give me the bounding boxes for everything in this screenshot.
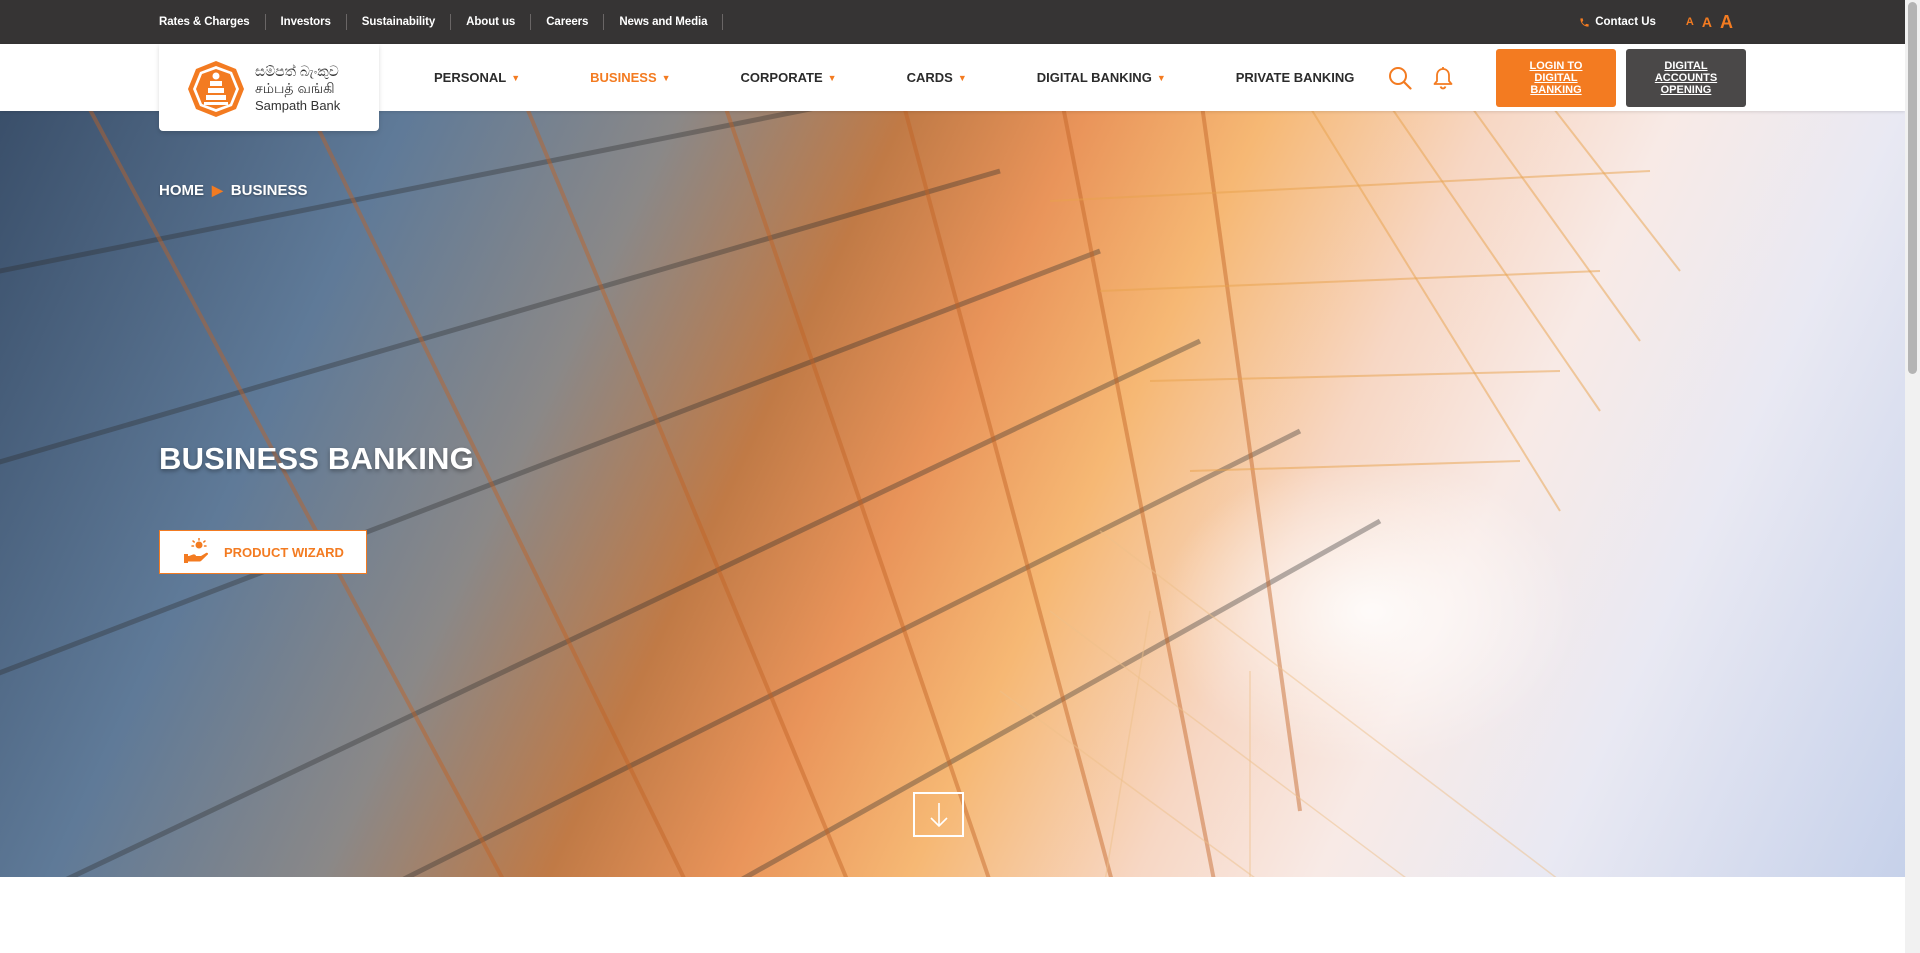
nav-item-label: DIGITAL BANKING [1036,70,1152,85]
nav-item-label: BUSINESS [590,70,657,85]
chevron-down-icon: ▼ [661,72,671,83]
chevron-down-icon: ▼ [511,72,521,83]
bank-emblem-icon [188,61,244,117]
arrow-down-icon [929,802,948,827]
nav-item-label: CARDS [906,70,953,85]
contact-us-label: Contact Us [1595,16,1656,28]
building-facade-image [0,111,1681,877]
scrollbar-thumb[interactable] [1908,2,1917,374]
logo-sinhala-name: සම්පත් බැංකුව [255,63,339,79]
breadcrumb: HOME ▶ BUSINESS [159,182,307,199]
search-button[interactable] [1388,66,1412,90]
product-wizard-icon [184,538,209,563]
primary-nav: PERSONAL ▼ BUSINESS ▼ CORPORATE ▼ CARDS … [434,44,1424,111]
breadcrumb-separator-icon: ▶ [212,182,223,198]
bank-logo[interactable]: සම්පත් බැංකුව சம்பத் வங்கி Sampath Bank [159,44,379,131]
logo-english-name: Sampath Bank [255,98,341,113]
product-wizard-label: PRODUCT WIZARD [224,544,344,560]
page-title: BUSINESS BANKING [159,441,474,476]
notifications-button[interactable] [1432,66,1454,90]
nav-item-label: PERSONAL [434,70,507,85]
font-size-large[interactable]: A [1720,12,1733,33]
nav-item-personal[interactable]: PERSONAL ▼ [434,70,520,85]
nav-item-label: CORPORATE [740,70,823,85]
nav-icon-group [1388,44,1474,111]
hero-banner: HOME ▶ BUSINESS BUSINESS BANKING PRODUCT… [0,111,1905,877]
link-about-us[interactable]: About us [451,14,532,30]
login-digital-banking-button[interactable]: LOGIN TO DIGITAL BANKING [1496,49,1616,107]
top-utility-bar: Rates & Charges Investors Sustainability… [0,0,1905,44]
chevron-down-icon: ▼ [1156,72,1166,83]
link-careers[interactable]: Careers [531,14,605,30]
font-size-small[interactable]: A [1686,16,1694,28]
contact-us-link[interactable]: Contact Us [1579,16,1656,28]
search-icon [1389,66,1412,90]
breadcrumb-home[interactable]: HOME [159,182,204,199]
scroll-down-button[interactable] [913,792,964,837]
product-wizard-button[interactable]: PRODUCT WIZARD [159,530,367,574]
utility-links: Rates & Charges Investors Sustainability… [159,0,724,44]
chevron-down-icon: ▼ [957,72,967,83]
logo-tamil-name: சம்பத் வங்கி [255,80,335,96]
page-scrollbar[interactable] [1905,0,1920,953]
link-investors[interactable]: Investors [266,14,347,30]
nav-item-corporate[interactable]: CORPORATE ▼ [741,70,837,85]
phone-icon [1580,17,1589,27]
nav-item-cards[interactable]: CARDS ▼ [907,70,967,85]
chevron-down-icon: ▼ [827,72,837,83]
link-rates-charges[interactable]: Rates & Charges [159,14,266,30]
utility-right: Contact Us A A A [1579,0,1733,44]
breadcrumb-current: BUSINESS [230,182,308,199]
nav-item-private-banking[interactable]: PRIVATE BANKING [1236,70,1355,85]
bell-icon [1433,66,1453,89]
font-size-medium[interactable]: A [1702,14,1712,30]
nav-item-business[interactable]: BUSINESS ▼ [590,70,670,85]
nav-item-digital-banking[interactable]: DIGITAL BANKING ▼ [1037,70,1166,85]
digital-accounts-opening-button[interactable]: DIGITAL ACCOUNTS OPENING [1626,49,1746,107]
nav-item-label: PRIVATE BANKING [1235,70,1355,85]
link-sustainability[interactable]: Sustainability [347,14,452,30]
link-news-media[interactable]: News and Media [604,14,724,30]
bank-logo-text: සම්පත් බැංකුව சம்பத் வங்கி Sampath Bank [255,63,340,114]
